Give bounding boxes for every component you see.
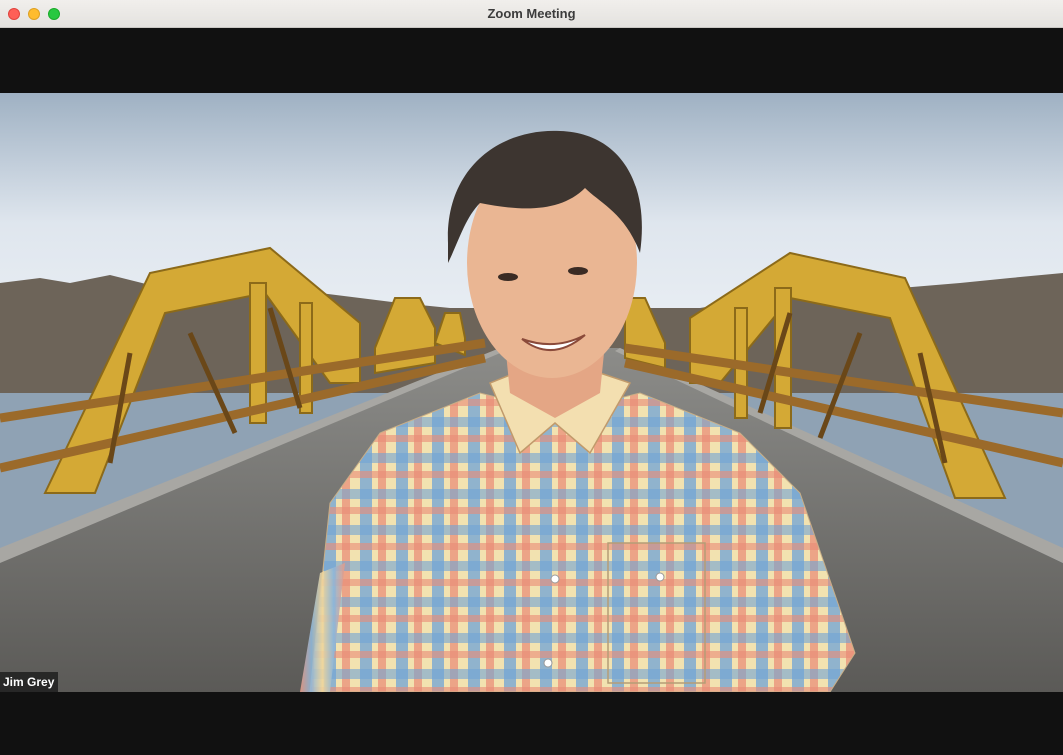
title-bar[interactable]: Zoom Meeting — [0, 0, 1063, 28]
zoom-window: Zoom Meeting Jim Grey — [0, 0, 1063, 755]
meeting-stage: Jim Grey — [0, 28, 1063, 755]
participant-name-label: Jim Grey — [0, 672, 59, 692]
participant-video-tile[interactable] — [0, 93, 1063, 692]
window-title: Zoom Meeting — [487, 6, 576, 21]
video-frame — [0, 93, 1063, 692]
